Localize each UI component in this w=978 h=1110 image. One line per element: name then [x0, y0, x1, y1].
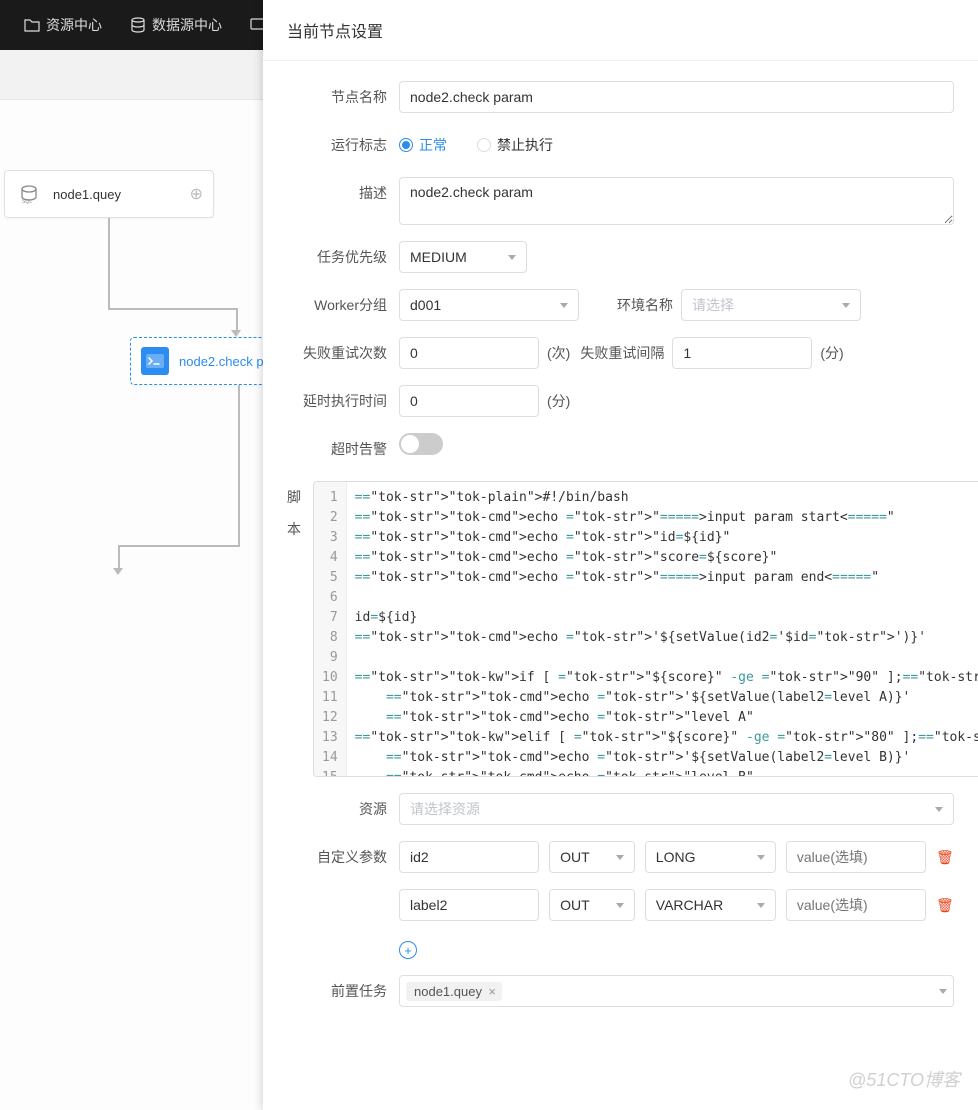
topbar-resource-center[interactable]: 资源中心	[10, 15, 116, 35]
line-gutter: 123456789101112131415	[314, 482, 347, 776]
shell-icon	[141, 347, 169, 375]
param-name-input[interactable]	[399, 889, 539, 921]
chevron-down-icon	[616, 903, 624, 908]
edge	[108, 308, 238, 310]
label-desc: 描述	[287, 177, 399, 209]
plus-icon[interactable]: ⊕	[190, 184, 203, 204]
chevron-down-icon	[508, 255, 516, 260]
radio-forbid[interactable]: 禁止执行	[477, 135, 553, 155]
label-env: 环境名称	[587, 295, 673, 315]
env-select[interactable]: 请选择	[681, 289, 861, 321]
timeout-switch[interactable]	[399, 433, 443, 455]
script-editor[interactable]: 123456789101112131415 =="tok-str">"tok-p…	[313, 481, 978, 777]
drawer-body: 节点名称 运行标志 正常 禁止执行 描述 node2.check param 任…	[263, 61, 978, 1110]
delete-icon[interactable]: 🗑	[936, 897, 954, 914]
desc-textarea[interactable]: node2.check param	[399, 177, 954, 225]
chevron-down-icon	[939, 989, 947, 994]
label-priority: 任务优先级	[287, 241, 399, 273]
label-worker-group: Worker分组	[287, 289, 399, 321]
radio-normal[interactable]: 正常	[399, 135, 447, 155]
node-settings-drawer: 当前节点设置 节点名称 运行标志 正常 禁止执行 描述 node2.check …	[263, 0, 978, 1110]
folder-icon	[24, 18, 40, 32]
chevron-down-icon	[757, 903, 765, 908]
watermark: @51CTO博客	[848, 1066, 960, 1092]
param-type-select[interactable]: LONG	[645, 841, 776, 873]
label-custom-params: 自定义参数	[287, 841, 399, 873]
delay-input[interactable]	[399, 385, 539, 417]
chevron-down-icon	[560, 303, 568, 308]
pre-task-tag[interactable]: node1.quey	[406, 982, 502, 1001]
retry-count-input[interactable]	[399, 337, 539, 369]
edge	[108, 218, 110, 308]
dag-node-node1[interactable]: SQL node1.quey ⊕	[4, 170, 214, 218]
retry-interval-input[interactable]	[672, 337, 812, 369]
svg-text:SQL: SQL	[22, 199, 32, 204]
drawer-title: 当前节点设置	[263, 0, 978, 61]
chevron-down-icon	[935, 807, 943, 812]
label-retry-interval: 失败重试间隔	[578, 343, 664, 363]
label-delay: 延时执行时间	[287, 385, 399, 417]
dag-node-label: node1.quey	[53, 187, 190, 202]
param-value-input[interactable]	[786, 841, 926, 873]
label-pre-tasks: 前置任务	[287, 975, 399, 1007]
unit-times: (次)	[547, 343, 570, 363]
unit-min: (分)	[547, 391, 570, 411]
param-row: OUT VARCHAR 🗑	[399, 889, 954, 921]
topbar-datasource-center[interactable]: 数据源中心	[116, 15, 236, 35]
param-name-input[interactable]	[399, 841, 539, 873]
db-icon	[130, 17, 146, 33]
resource-select[interactable]: 请选择资源	[399, 793, 954, 825]
sql-icon: SQL	[15, 180, 43, 208]
topbar-item-label: 数据源中心	[152, 15, 222, 35]
param-value-input[interactable]	[786, 889, 926, 921]
label-node-name: 节点名称	[287, 81, 399, 113]
param-type-select[interactable]: VARCHAR	[645, 889, 776, 921]
worker-group-select[interactable]: d001	[399, 289, 579, 321]
priority-select[interactable]: MEDIUM	[399, 241, 527, 273]
param-dir-select[interactable]: OUT	[549, 889, 635, 921]
pre-tasks-select[interactable]: node1.quey	[399, 975, 954, 1007]
add-param-button[interactable]: +	[399, 941, 417, 959]
edge	[118, 545, 240, 547]
run-flag-radios: 正常 禁止执行	[399, 129, 553, 161]
delete-icon[interactable]: 🗑	[936, 849, 954, 866]
chevron-down-icon	[616, 855, 624, 860]
arrow-icon	[231, 330, 241, 337]
param-row: OUT LONG 🗑	[399, 841, 954, 873]
label-retry-count: 失败重试次数	[287, 337, 399, 369]
label-run-flag: 运行标志	[287, 129, 399, 161]
code-body[interactable]: =="tok-str">"tok-plain">#!/bin/bash=="to…	[347, 482, 978, 776]
chevron-down-icon	[757, 855, 765, 860]
unit-min: (分)	[820, 343, 843, 363]
node-name-input[interactable]	[399, 81, 954, 113]
edge	[238, 385, 240, 545]
label-resource: 资源	[287, 793, 399, 825]
chevron-down-icon	[842, 303, 850, 308]
topbar-item-label: 资源中心	[46, 15, 102, 35]
param-dir-select[interactable]: OUT	[549, 841, 635, 873]
label-timeout: 超时告警	[287, 433, 399, 465]
label-script: 脚本	[287, 481, 313, 545]
arrow-icon	[113, 568, 123, 575]
